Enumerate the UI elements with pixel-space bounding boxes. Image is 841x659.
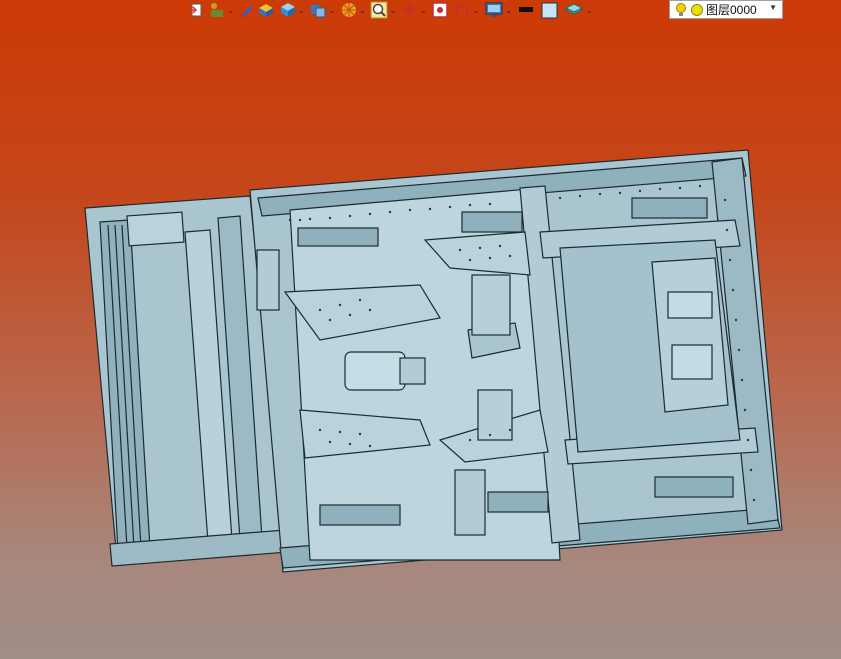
insert-button[interactable] [186,0,206,20]
chevron-down-icon: ⌄ [419,4,428,15]
pen-icon [240,6,252,17]
render-sphere-icon [341,3,356,17]
view-cube-icon [311,5,326,18]
3d-viewport[interactable]: ⌄ ⌄ ⌄ ⌄ ⌄ ⌄ ⌄ ⌄ ⌄ 图层0000 ▼ [0,0,841,659]
layer-visible-dot-icon [691,3,703,16]
fill-color-button[interactable] [538,0,562,20]
layer-select[interactable]: 图层0000 ▼ [669,0,783,19]
zoom-icon [370,1,388,19]
cad-model[interactable] [0,0,841,659]
line-color-button[interactable] [514,0,538,20]
fill-color-icon [541,2,558,19]
dimension-icon [456,3,469,17]
zoom-button[interactable]: ⌄ [368,0,399,20]
chevron-down-icon: ⌄ [504,4,513,15]
layer-manager-button[interactable]: ⌄ [562,0,595,20]
chevron-down-icon: ⌄ [472,4,480,15]
insert-icon [189,3,202,17]
chevron-down-icon: ⌄ [227,4,235,15]
display-button[interactable]: ⌄ [482,0,515,20]
layer-name: 图层0000 [706,3,757,17]
assembly-button[interactable]: ⌄ [206,0,237,20]
layer-stack-icon [565,3,584,15]
part-block-icon [258,4,273,17]
chevron-down-icon: ⌄ [389,4,397,15]
display-icon [485,2,503,17]
chevron-down-icon: ⌄ [297,4,306,15]
pan-button[interactable]: ⌄ [399,0,430,20]
line-color-icon [519,7,534,12]
fit-view-button[interactable] [429,0,451,20]
chevron-down-icon: ⌄ [328,4,336,15]
sketch-button[interactable] [237,0,255,20]
dimension-button[interactable]: ⌄ [451,0,482,20]
fit-view-icon [432,2,449,18]
chevron-down-icon: ▼ [769,3,777,12]
chevron-down-icon: ⌄ [358,4,367,15]
view-cube-button[interactable]: ⌄ [307,0,338,20]
chevron-down-icon: ⌄ [585,4,593,15]
crosshair-icon [402,3,417,17]
solid-cube-icon [280,3,295,17]
solid-button[interactable]: ⌄ [277,0,308,20]
part-button[interactable] [255,0,277,20]
view-toolbar: ⌄ ⌄ ⌄ ⌄ ⌄ ⌄ ⌄ ⌄ ⌄ [186,0,595,20]
render-button[interactable]: ⌄ [338,0,369,20]
motor [344,351,406,391]
lightbulb-icon [676,2,686,16]
assembly-icon [211,3,223,17]
